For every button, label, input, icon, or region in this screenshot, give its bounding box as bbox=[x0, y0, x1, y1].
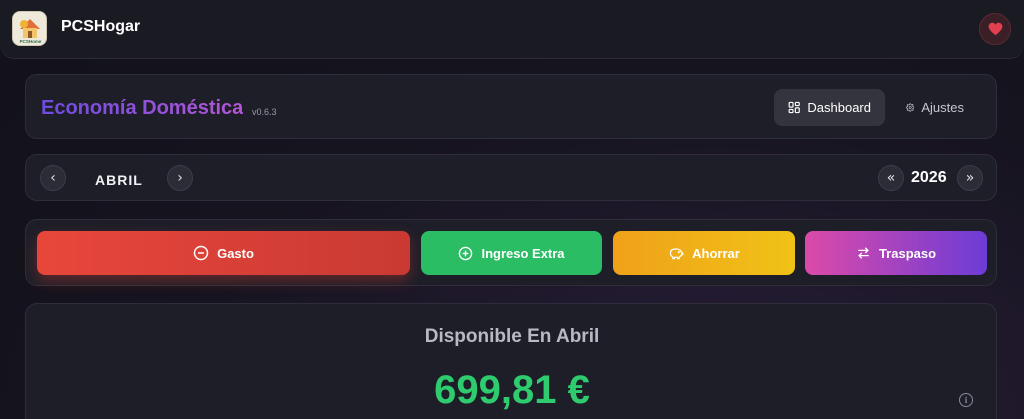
top-app-bar: PCSHome PCSHogar bbox=[0, 0, 1024, 59]
next-year-button[interactable]: » bbox=[957, 165, 983, 191]
add-expense-button[interactable]: Gasto bbox=[37, 231, 410, 275]
header-card: Economía Doméstica v0.6.3 Dashboard Ajus… bbox=[25, 74, 997, 139]
add-income-button[interactable]: Ingreso Extra bbox=[421, 231, 602, 275]
gear-icon bbox=[906, 103, 915, 112]
save-money-label: Ahorrar bbox=[692, 245, 740, 261]
app-logo: PCSHome bbox=[12, 11, 47, 46]
piggy-bank-icon bbox=[669, 248, 684, 260]
dashboard-icon bbox=[788, 101, 800, 114]
month-label: ABRIL bbox=[95, 172, 143, 188]
year-label: 2026 bbox=[911, 169, 947, 186]
prev-month-button[interactable]: ‹ bbox=[40, 165, 66, 191]
transfer-icon bbox=[858, 247, 869, 259]
quick-actions: Gasto Ingreso Extra Ahorrar Traspaso bbox=[25, 219, 997, 286]
transfer-label: Traspaso bbox=[878, 245, 937, 261]
favorite-button[interactable] bbox=[979, 13, 1011, 45]
tab-dashboard[interactable]: Dashboard bbox=[774, 89, 885, 126]
add-income-label: Ingreso Extra bbox=[481, 245, 565, 261]
heart-icon bbox=[988, 22, 1002, 36]
plus-circle-icon bbox=[459, 246, 473, 260]
next-month-button[interactable]: › bbox=[167, 165, 193, 191]
month-navigator: ‹ ABRIL › « 2026 » bbox=[25, 154, 997, 201]
tab-dashboard-label: Dashboard bbox=[807, 100, 871, 115]
add-expense-label: Gasto bbox=[217, 245, 254, 261]
save-money-button[interactable]: Ahorrar bbox=[613, 231, 795, 275]
available-balance-card: Disponible En Abril 699,81 € i bbox=[25, 303, 997, 419]
transfer-button[interactable]: Traspaso bbox=[805, 231, 987, 275]
app-name: PCSHogar bbox=[61, 18, 141, 35]
tab-settings[interactable]: Ajustes bbox=[892, 89, 978, 126]
tab-settings-label: Ajustes bbox=[921, 100, 964, 115]
info-icon[interactable]: i bbox=[959, 393, 973, 407]
available-balance-amount: 699,81 € bbox=[434, 368, 590, 412]
available-balance-title: Disponible En Abril bbox=[424, 326, 600, 347]
minus-circle-icon bbox=[193, 245, 209, 261]
prev-year-button[interactable]: « bbox=[878, 165, 904, 191]
svg-text:PCSHome: PCSHome bbox=[20, 39, 42, 44]
page-title: Economía Doméstica bbox=[41, 97, 244, 119]
version-label: v0.6.3 bbox=[252, 107, 277, 117]
